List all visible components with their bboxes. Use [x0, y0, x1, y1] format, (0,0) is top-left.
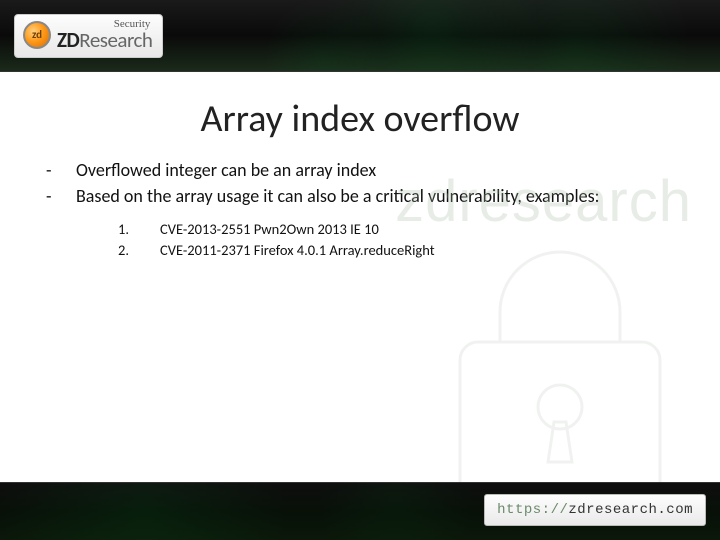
bullet-text: Based on the array usage it can also be … [76, 184, 599, 208]
logo-rest: Research [79, 27, 152, 53]
slide-title: Array index overflow [40, 96, 680, 142]
list-item: 2. CVE-2011-2371 Firefox 4.0.1 Array.red… [118, 240, 680, 262]
list-text: CVE-2011-2371 Firefox 4.0.1 Array.reduce… [160, 240, 435, 262]
url-protocol: https:// [497, 502, 568, 518]
top-banner: zd Security ZDResearch [0, 0, 720, 72]
url-host: zdresearch.com [568, 502, 693, 518]
logo-icon: zd [23, 21, 51, 49]
logo-text: Security ZDResearch [57, 19, 152, 51]
padlock-icon [430, 222, 690, 522]
bullet-dash-icon: - [46, 158, 58, 182]
bullet-item: - Overflowed integer can be an array ind… [46, 158, 680, 182]
bullet-text: Overflowed integer can be an array index [76, 158, 376, 182]
logo-zd: ZD [57, 27, 79, 53]
list-index: 1. [118, 219, 134, 241]
list-item: 1. CVE-2013-2551 Pwn2Own 2013 IE 10 [118, 219, 680, 241]
bullet-list: - Overflowed integer can be an array ind… [40, 158, 680, 209]
footer-url: https://zdresearch.com [484, 494, 706, 526]
bottom-banner: https://zdresearch.com [0, 482, 720, 540]
bullet-item: - Based on the array usage it can also b… [46, 184, 680, 208]
list-index: 2. [118, 240, 134, 262]
bullet-dash-icon: - [46, 184, 58, 208]
slide-content: zdresearch Array index overflow - Overfl… [0, 72, 720, 482]
brand-logo: zd Security ZDResearch [14, 14, 163, 58]
list-text: CVE-2013-2551 Pwn2Own 2013 IE 10 [160, 219, 379, 241]
numbered-list: 1. CVE-2013-2551 Pwn2Own 2013 IE 10 2. C… [40, 219, 680, 263]
